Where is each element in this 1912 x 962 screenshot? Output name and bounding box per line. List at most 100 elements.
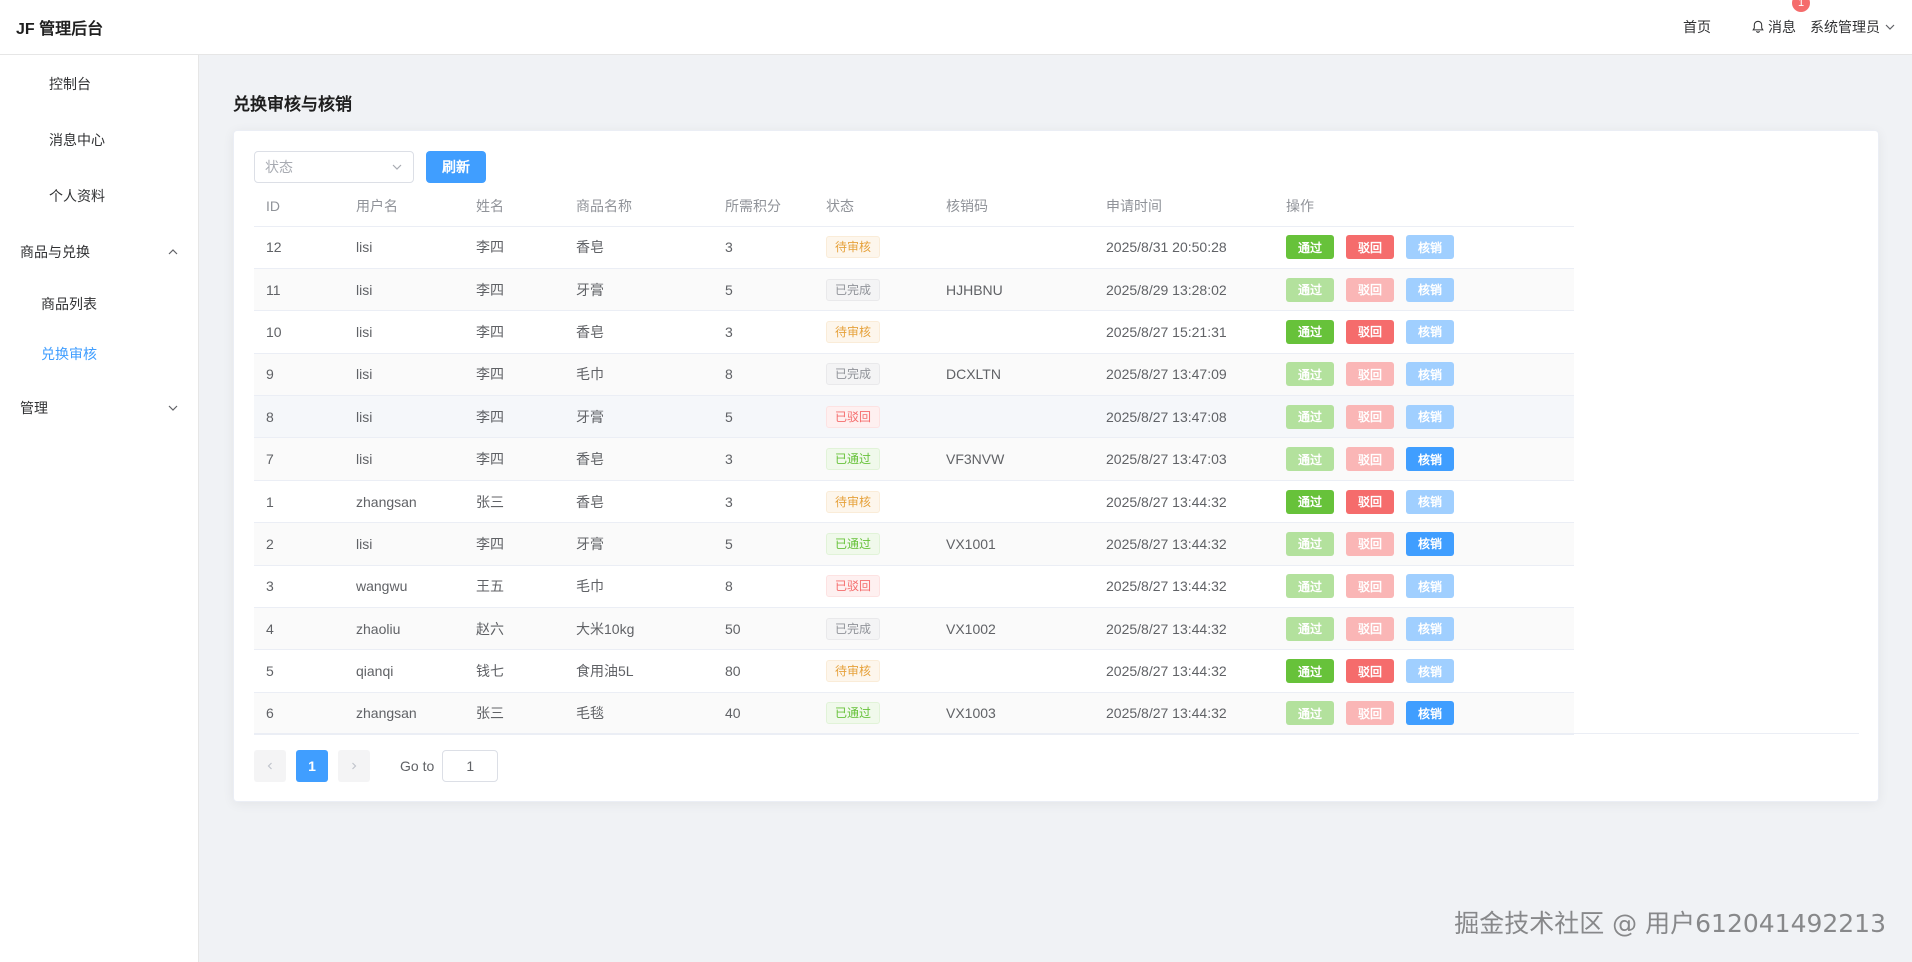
cell-name: 李四	[464, 268, 564, 312]
verify-button[interactable]: 核销	[1406, 531, 1454, 556]
row-actions: 通过 驳回 核销	[1286, 574, 1574, 599]
cell-id: 1	[254, 480, 344, 524]
bell-icon	[1752, 20, 1764, 33]
sidebar-submenu-manage[interactable]: 管理	[0, 388, 199, 428]
cell-id: 7	[254, 437, 344, 481]
table-row: 12 lisi 李四 香皂 3 待审核 2025/8/31 20:50:28 通过 驳回 核销	[254, 226, 1574, 269]
cell-time: 2025/8/27 13:47:09	[1094, 353, 1274, 397]
verify-button[interactable]: 核销	[1406, 277, 1454, 302]
reject-button[interactable]: 驳回	[1346, 319, 1394, 344]
goto-page: Go to	[400, 750, 499, 782]
sidebar: 控制台 消息中心 个人资料 商品与兑换 商品列表 兑换审核 管理	[0, 55, 199, 962]
goto-page-input[interactable]	[442, 750, 499, 782]
approve-button[interactable]: 通过	[1286, 701, 1334, 726]
verify-button[interactable]: 核销	[1406, 235, 1454, 260]
sidebar-item-message-center[interactable]: 消息中心	[0, 120, 199, 160]
prev-page-button[interactable]	[254, 750, 286, 782]
table-row: 9 lisi 李四 毛巾 8 已完成 DCXLTN 2025/8/27 13:47:09 通过驳…	[254, 353, 1574, 397]
approve-button[interactable]: 通过	[1286, 489, 1334, 514]
reject-button[interactable]: 驳回	[1346, 489, 1394, 514]
status-badge: 已通过	[826, 702, 881, 725]
sidebar-item-profile[interactable]: 个人资料	[0, 176, 199, 216]
col-header-status: 状态	[814, 186, 934, 227]
status-badge: 已完成	[826, 617, 881, 640]
cell-id: 6	[254, 692, 344, 736]
verify-button[interactable]: 核销	[1406, 659, 1454, 684]
reject-button[interactable]: 驳回	[1346, 574, 1394, 599]
reject-button[interactable]: 驳回	[1346, 235, 1394, 260]
sidebar-item-label: 个人资料	[49, 188, 105, 204]
cell-actions: 通过 驳回 核销	[1274, 692, 1574, 736]
cell-username: lisi	[344, 268, 464, 312]
cell-actions: 通过 驳回 核销	[1274, 353, 1574, 397]
approve-button[interactable]: 通过	[1286, 277, 1334, 302]
refresh-button[interactable]: 刷新	[426, 151, 486, 183]
cell-actions: 通过 驳回 核销	[1274, 437, 1574, 481]
reject-button[interactable]: 驳回	[1346, 659, 1394, 684]
approve-button[interactable]: 通过	[1286, 319, 1334, 344]
approve-button[interactable]: 通过	[1286, 574, 1334, 599]
cell-actions: 通过 驳回 核销	[1274, 480, 1574, 524]
cell-actions: 通过 驳回 核销	[1274, 395, 1574, 439]
verify-button[interactable]: 核销	[1406, 616, 1454, 641]
cell-product: 牙膏	[564, 395, 713, 439]
cell-points: 5	[713, 268, 814, 312]
reject-button[interactable]: 驳回	[1346, 701, 1394, 726]
next-page-button[interactable]	[338, 750, 370, 782]
messages-link[interactable]: 消息 1	[1751, 0, 1810, 37]
watermark-text: 掘金技术社区 @ 用户612041492213	[1454, 909, 1886, 938]
verify-button[interactable]: 核销	[1406, 574, 1454, 599]
cell-code	[934, 565, 1094, 609]
approve-button[interactable]: 通过	[1286, 447, 1334, 472]
approve-button[interactable]: 通过	[1286, 235, 1334, 260]
reject-button[interactable]: 驳回	[1346, 447, 1394, 472]
cell-code: VF3NVW	[934, 437, 1094, 481]
cell-username: lisi	[344, 310, 464, 354]
reject-button[interactable]: 驳回	[1346, 616, 1394, 641]
row-actions: 通过 驳回 核销	[1286, 319, 1574, 344]
sidebar-submenu-products[interactable]: 商品与兑换	[0, 232, 199, 272]
cell-actions: 通过 驳回 核销	[1274, 565, 1574, 609]
verify-button[interactable]: 核销	[1406, 319, 1454, 344]
cell-status: 已驳回	[814, 565, 934, 609]
sidebar-item-product-list[interactable]: 商品列表	[0, 284, 199, 324]
verify-button[interactable]: 核销	[1406, 404, 1454, 429]
cell-username: zhangsan	[344, 692, 464, 736]
cell-code	[934, 649, 1094, 693]
cell-code: HJHBNU	[934, 268, 1094, 312]
page-number-current[interactable]: 1	[296, 750, 328, 782]
verify-button[interactable]: 核销	[1406, 362, 1454, 387]
verify-button[interactable]: 核销	[1406, 447, 1454, 472]
sidebar-item-label: 管理	[20, 400, 48, 416]
reject-button[interactable]: 驳回	[1346, 531, 1394, 556]
cell-product: 毛毯	[564, 692, 713, 736]
cell-status: 已通过	[814, 437, 934, 481]
cell-status: 已驳回	[814, 395, 934, 439]
cell-username: lisi	[344, 522, 464, 566]
cell-points: 5	[713, 522, 814, 566]
approve-button[interactable]: 通过	[1286, 404, 1334, 429]
approve-button[interactable]: 通过	[1286, 362, 1334, 387]
approve-button[interactable]: 通过	[1286, 659, 1334, 684]
sidebar-item-dashboard[interactable]: 控制台	[0, 64, 199, 104]
status-badge: 已通过	[826, 448, 881, 471]
status-badge: 已驳回	[826, 575, 881, 598]
table-row: 5 qianqi 钱七 食用油5L 80 待审核 2025/8/27 13:44:32 通过驳…	[254, 649, 1574, 693]
user-menu[interactable]: 系统管理员	[1810, 17, 1896, 37]
cell-points: 5	[713, 395, 814, 439]
verify-button[interactable]: 核销	[1406, 701, 1454, 726]
verify-button[interactable]: 核销	[1406, 489, 1454, 514]
home-link[interactable]: 首页	[1683, 17, 1711, 37]
row-actions: 通过 驳回 核销	[1286, 531, 1574, 556]
approve-button[interactable]: 通过	[1286, 616, 1334, 641]
exchange-table: ID 用户名 姓名 商品名称 所需积分 状态 核销码 申请时间 操作 12 lis…	[254, 186, 1574, 736]
reject-button[interactable]: 驳回	[1346, 362, 1394, 387]
reject-button[interactable]: 驳回	[1346, 277, 1394, 302]
sidebar-item-exchange-review[interactable]: 兑换审核	[0, 334, 199, 374]
reject-button[interactable]: 驳回	[1346, 404, 1394, 429]
table-row: 8 lisi 李四 牙膏 5 已驳回 2025/8/27 13:47:08 通过 驳回 核销	[254, 395, 1574, 439]
approve-button[interactable]: 通过	[1286, 531, 1334, 556]
cell-status: 已完成	[814, 607, 934, 651]
status-filter-select[interactable]: 状态	[254, 151, 414, 183]
table-body: 12 lisi 李四 香皂 3 待审核 2025/8/31 20:50:28 通过 驳回 核销 11…	[254, 226, 1574, 736]
